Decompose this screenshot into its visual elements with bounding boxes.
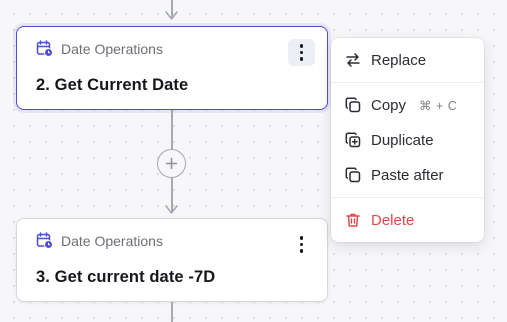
workflow-node-get-current-date[interactable]: Date Operations 2. Get Current Date (16, 26, 328, 110)
connector-line-middle-upper (171, 110, 173, 149)
menu-item-label: Replace (371, 51, 427, 69)
kebab-menu-icon (299, 44, 304, 61)
menu-divider (331, 82, 484, 83)
swap-arrows-icon (344, 51, 362, 69)
copy-icon (344, 96, 362, 114)
calendar-clock-icon (36, 40, 53, 57)
menu-item-replace[interactable]: Replace (331, 44, 484, 76)
workflow-node-get-current-date-7d[interactable]: Date Operations 3. Get current date -7D (16, 218, 328, 302)
arrow-down-icon (165, 11, 178, 20)
duplicate-icon (344, 131, 362, 149)
menu-item-copy[interactable]: Copy ⌘ + C (331, 89, 484, 121)
plus-icon (165, 157, 178, 170)
node-menu-button[interactable] (288, 231, 315, 258)
node-context-menu: Replace Copy ⌘ + C Duplicate Paste after… (331, 38, 484, 242)
kebab-menu-icon (299, 236, 304, 253)
menu-item-delete[interactable]: Delete (331, 204, 484, 236)
menu-item-paste-after[interactable]: Paste after (331, 159, 484, 191)
node-title: 2. Get Current Date (36, 76, 189, 94)
menu-item-duplicate[interactable]: Duplicate (331, 124, 484, 156)
add-step-button[interactable] (157, 149, 186, 178)
menu-divider (331, 197, 484, 198)
menu-item-label: Duplicate (371, 131, 434, 149)
arrow-down-icon (165, 205, 178, 214)
connector-line-bottom (171, 302, 173, 322)
node-menu-button[interactable] (288, 39, 315, 66)
menu-item-label: Copy (371, 96, 407, 114)
trash-icon (344, 211, 362, 229)
node-category-label: Date Operations (61, 40, 163, 57)
menu-item-label: Paste after (371, 166, 444, 184)
menu-item-label: Delete (371, 211, 415, 229)
calendar-clock-icon (36, 232, 53, 249)
node-title: 3. Get current date -7D (36, 268, 216, 286)
keyboard-shortcut: ⌘ + C (419, 98, 458, 113)
paste-icon (344, 166, 362, 184)
node-category-label: Date Operations (61, 232, 163, 249)
